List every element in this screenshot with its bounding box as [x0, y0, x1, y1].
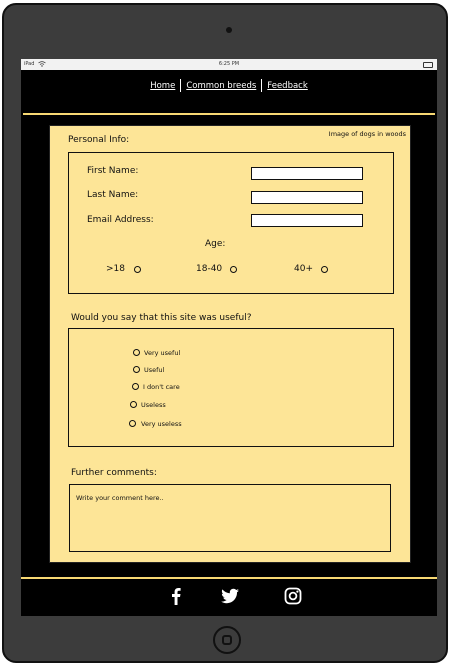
image-alt-text: Image of dogs in woods — [328, 130, 406, 138]
battery-icon — [423, 62, 433, 68]
facebook-icon[interactable] — [166, 586, 186, 606]
first-name-input[interactable] — [251, 167, 363, 180]
email-input[interactable] — [251, 214, 363, 227]
option-label: Very useless — [141, 420, 182, 428]
nav-link-feedback[interactable]: Feedback — [262, 81, 312, 91]
radio-very-useless[interactable] — [129, 420, 136, 427]
twitter-icon[interactable] — [220, 586, 240, 606]
email-label: Email Address: — [87, 215, 154, 225]
radio-dont-care[interactable] — [132, 383, 139, 390]
age-radio-under-18[interactable] — [134, 266, 141, 273]
age-radio-18-40[interactable] — [230, 266, 237, 273]
comments-title: Further comments: — [71, 468, 157, 478]
nav-underline — [23, 113, 435, 115]
personal-info-box: First Name: Last Name: Email Address: Ag… — [68, 152, 394, 294]
option-label: I don't care — [143, 383, 180, 391]
last-name-label: Last Name: — [87, 190, 139, 200]
last-name-input[interactable] — [251, 191, 363, 204]
option-label: Useless — [141, 401, 166, 409]
instagram-icon[interactable] — [283, 586, 303, 606]
nav-bar: Home Common breeds Feedback — [21, 70, 437, 115]
home-button[interactable] — [213, 626, 241, 654]
feedback-form: Image of dogs in woods Personal Info: Fi… — [49, 125, 411, 563]
home-button-icon — [222, 635, 232, 645]
radio-useless[interactable] — [130, 401, 137, 408]
first-name-label: First Name: — [87, 166, 139, 176]
personal-info-title: Personal Info: — [68, 135, 130, 145]
age-option-label: 40+ — [294, 264, 313, 274]
status-bar: iPad 6:25 PM — [21, 59, 437, 70]
useful-box: Very useful Useful I don't care Useless … — [68, 328, 394, 447]
option-label: Useful — [144, 366, 165, 374]
nav-link-common-breeds[interactable]: Common breeds — [181, 81, 261, 91]
comment-textarea[interactable]: Write your comment here.. — [69, 484, 391, 552]
option-label: Very useful — [144, 349, 181, 357]
nav-link-home[interactable]: Home — [145, 81, 180, 91]
age-label: Age: — [205, 239, 226, 249]
radio-useful[interactable] — [133, 366, 140, 373]
age-option-label: >18 — [106, 264, 125, 274]
tablet-frame: iPad 6:25 PM Home Common breeds Feedback I… — [2, 3, 448, 663]
age-radio-40-plus[interactable] — [321, 266, 328, 273]
age-option-label: 18-40 — [196, 264, 223, 274]
camera-icon — [226, 27, 232, 33]
screen: iPad 6:25 PM Home Common breeds Feedback I… — [21, 59, 437, 616]
footer — [21, 579, 437, 616]
useful-question: Would you say that this site was useful? — [71, 313, 252, 323]
status-time: 6:25 PM — [218, 61, 240, 67]
radio-very-useful[interactable] — [133, 349, 140, 356]
